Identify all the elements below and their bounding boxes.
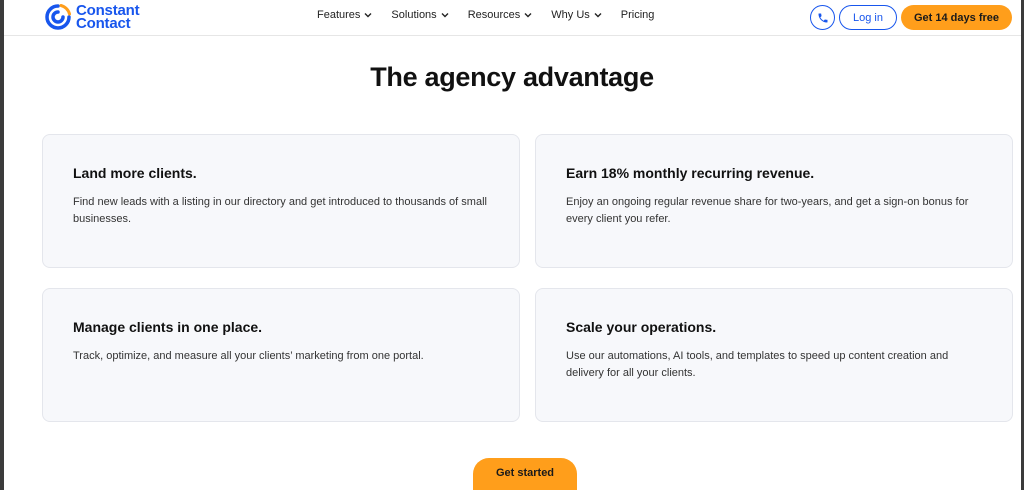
feature-card-title: Land more clients. bbox=[73, 165, 197, 181]
nav-item-label: Solutions bbox=[391, 9, 437, 21]
feature-card: Scale your operations. Use our automatio… bbox=[535, 288, 1013, 422]
nav-item-why-us[interactable]: Why Us bbox=[551, 9, 602, 21]
feature-card-body: Use our automations, AI tools, and templ… bbox=[566, 350, 949, 379]
feature-card: Land more clients. Find new leads with a… bbox=[42, 134, 520, 268]
nav-item-solutions[interactable]: Solutions bbox=[391, 9, 449, 21]
feature-card-body: Enjoy an ongoing regular revenue share f… bbox=[566, 196, 969, 225]
phone-button[interactable] bbox=[810, 5, 836, 30]
nav-item-label: Resources bbox=[467, 9, 521, 21]
free-trial-button[interactable]: Get 14 days free bbox=[901, 5, 1012, 30]
logo-wordmark: Constant Contact bbox=[76, 3, 140, 32]
chevron-down-icon bbox=[441, 13, 449, 18]
page-title: The agency advantage bbox=[370, 62, 654, 92]
logo-line-2: Contact bbox=[76, 15, 131, 32]
chevron-down-icon bbox=[524, 13, 532, 18]
nav-item-label: Features bbox=[317, 9, 361, 21]
nav-item-label: Why Us bbox=[551, 9, 590, 21]
nav-item-resources[interactable]: Resources bbox=[468, 9, 533, 21]
chevron-down-icon bbox=[594, 13, 602, 18]
logo-mark-icon bbox=[45, 4, 71, 30]
constant-contact-logo[interactable]: Constant Contact bbox=[44, 2, 140, 32]
feature-card-title: Scale your operations. bbox=[566, 319, 717, 335]
nav-item-label: Pricing bbox=[620, 9, 655, 21]
phone-icon bbox=[818, 13, 828, 22]
nav-item-pricing[interactable]: Pricing bbox=[621, 9, 655, 21]
nav-item-features[interactable]: Features bbox=[317, 9, 372, 21]
feature-card-body: Track, optimize, and measure all your cl… bbox=[73, 350, 424, 362]
site-header: Constant Contact Features Solutions Reso… bbox=[4, 0, 1021, 36]
main-nav: Features Solutions Resources Why Us Pric… bbox=[317, 9, 673, 21]
feature-card-body: Find new leads with a listing in our dir… bbox=[73, 196, 487, 225]
login-button[interactable]: Log in bbox=[839, 5, 897, 30]
feature-card-title: Manage clients in one place. bbox=[73, 319, 263, 335]
chevron-down-icon bbox=[364, 13, 372, 18]
feature-card-title: Earn 18% monthly recurring revenue. bbox=[566, 165, 815, 181]
header-actions: Log in Get 14 days free bbox=[810, 5, 1012, 30]
feature-card: Earn 18% monthly recurring revenue. Enjo… bbox=[535, 134, 1013, 268]
get-started-button[interactable]: Get started bbox=[473, 458, 577, 490]
feature-card: Manage clients in one place. Track, opti… bbox=[42, 288, 520, 422]
